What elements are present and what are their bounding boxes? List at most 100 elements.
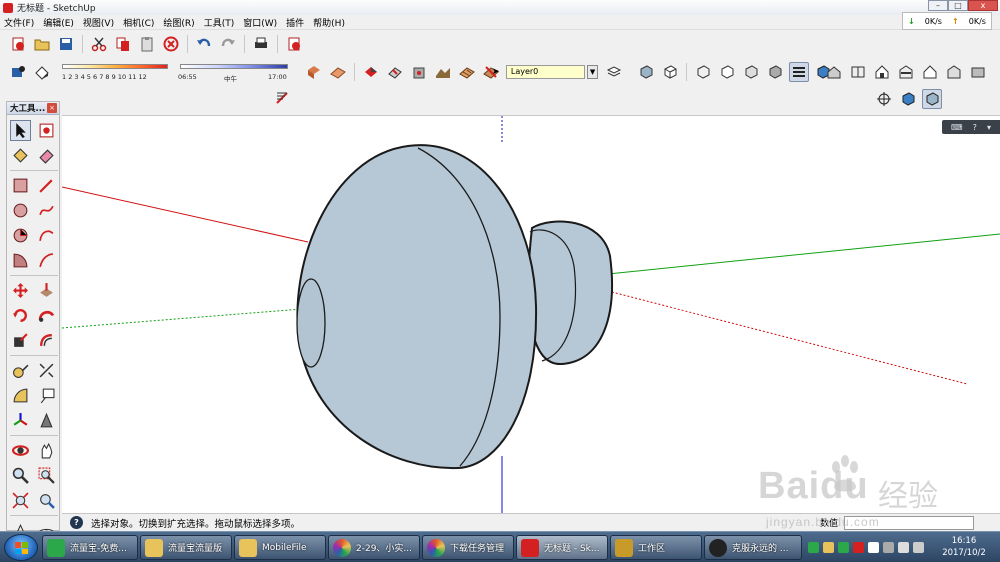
tray-network-icon[interactable] [898, 542, 909, 553]
component-button[interactable] [898, 89, 918, 109]
dimension-tool[interactable] [36, 360, 57, 381]
menu-window[interactable]: 窗口(W) [243, 16, 277, 29]
front-view-button[interactable] [872, 62, 892, 82]
bottom-view-button[interactable] [968, 62, 988, 82]
sandbox-button[interactable] [457, 62, 477, 82]
time-slider-track[interactable] [180, 64, 288, 69]
save-button[interactable] [56, 34, 76, 54]
circle-tool[interactable] [10, 200, 31, 221]
hide-geometry-button[interactable] [409, 62, 429, 82]
tray-security-icon[interactable] [838, 542, 849, 553]
taskbar-item[interactable]: 流量宝-免费... [42, 535, 138, 560]
paste-button[interactable] [137, 34, 157, 54]
taskbar-item-sketchup[interactable]: 无标题 - Sk... [516, 535, 608, 560]
rotate-tool[interactable] [10, 305, 31, 326]
knob-dome[interactable] [296, 144, 538, 470]
tray-flag-icon[interactable] [868, 542, 879, 553]
texture-style-button[interactable] [328, 62, 348, 82]
left-view-button[interactable] [944, 62, 964, 82]
print-button[interactable] [251, 34, 271, 54]
polygon-tool[interactable] [10, 225, 31, 246]
dropdown-icon[interactable]: ▾ [987, 123, 991, 132]
offset-tool[interactable] [36, 330, 57, 351]
tape-measure-tool[interactable] [10, 360, 31, 381]
tray-app-icon[interactable] [808, 542, 819, 553]
taskbar-item[interactable]: MobileFile [234, 535, 326, 560]
arc-tool[interactable] [36, 225, 57, 246]
shadow-time-slider[interactable]: 06:55 中午 17:00 [178, 63, 290, 83]
move-tool[interactable] [10, 280, 31, 301]
shaded-button[interactable] [741, 62, 761, 82]
zoom-window-tool[interactable] [36, 465, 57, 486]
push-pull-tool[interactable] [36, 280, 57, 301]
erase-button[interactable] [161, 34, 181, 54]
help-icon[interactable]: ? [973, 123, 977, 132]
make-component-tool[interactable] [36, 120, 57, 141]
close-button[interactable]: x [968, 0, 998, 11]
terrain-button[interactable] [433, 62, 453, 82]
minimize-button[interactable]: – [928, 0, 948, 11]
open-button[interactable] [32, 34, 52, 54]
eraser-tool[interactable] [36, 145, 57, 166]
menu-plugins[interactable]: 插件 [286, 16, 304, 29]
orbit-tool[interactable] [10, 440, 31, 461]
scene-canvas[interactable] [62, 116, 1000, 513]
undo-button[interactable] [194, 34, 214, 54]
taskbar-item[interactable]: 流量宝流量版 [140, 535, 232, 560]
iso-view-button[interactable] [824, 62, 844, 82]
redo-button[interactable] [218, 34, 238, 54]
monochrome-button[interactable] [789, 62, 809, 82]
section-plane-button[interactable] [385, 62, 405, 82]
tray-alert-icon[interactable] [853, 542, 864, 553]
wireframe-button[interactable] [693, 62, 713, 82]
plugin-tool-button[interactable] [272, 88, 292, 108]
vcb-input[interactable] [844, 515, 975, 530]
display-shadows-button[interactable] [32, 62, 52, 82]
paint-bucket-tool[interactable] [10, 145, 31, 166]
shadow-settings-button[interactable] [8, 62, 28, 82]
taskbar-item[interactable]: 克服永远的 ... [704, 535, 802, 560]
viewport-corner-widget[interactable]: ⌨ ? ▾ [942, 120, 1000, 134]
hidden-line-button[interactable] [717, 62, 737, 82]
rectangle-tool[interactable] [10, 175, 31, 196]
menu-camera[interactable]: 相机(C) [123, 16, 154, 29]
model-viewport[interactable]: ⌨ ? ▾ [62, 115, 1000, 513]
pan-tool[interactable] [36, 440, 57, 461]
keyboard-icon[interactable]: ⌨ [951, 123, 963, 132]
freehand-tool[interactable] [36, 200, 57, 221]
back-view-button[interactable] [920, 62, 940, 82]
layer-manager-button[interactable] [604, 62, 624, 82]
cut-button[interactable] [89, 34, 109, 54]
text-tool[interactable] [36, 385, 57, 406]
month-slider-track[interactable] [62, 64, 168, 69]
3d-text-tool[interactable] [36, 410, 57, 431]
copy-button[interactable] [113, 34, 133, 54]
menu-draw[interactable]: 绘图(R) [163, 16, 194, 29]
protractor-tool[interactable] [10, 385, 31, 406]
tray-signal-icon[interactable] [883, 542, 894, 553]
paint-style-button[interactable] [304, 62, 324, 82]
zoom-extents-tool[interactable] [10, 490, 31, 511]
new-file-button[interactable] [8, 34, 28, 54]
scale-tool[interactable] [10, 330, 31, 351]
taskbar-item[interactable]: 2-29、小实... [328, 535, 420, 560]
current-layer-field[interactable]: Layer0 [505, 65, 586, 79]
start-button[interactable] [4, 534, 38, 561]
perspective-button[interactable] [922, 89, 942, 109]
xray-button[interactable] [636, 62, 656, 82]
follow-me-tool[interactable] [36, 305, 57, 326]
back-edges-button[interactable] [660, 62, 680, 82]
menu-view[interactable]: 视图(V) [83, 16, 114, 29]
crosshair-button[interactable] [874, 89, 894, 109]
palette-close-icon[interactable]: × [47, 103, 57, 113]
select-tool[interactable] [10, 120, 31, 141]
axes-tool[interactable] [10, 410, 31, 431]
zoom-tool[interactable] [10, 465, 31, 486]
knob-stem[interactable] [527, 220, 613, 366]
tray-qq-icon[interactable] [823, 542, 834, 553]
top-view-button[interactable] [848, 62, 868, 82]
taskbar-item[interactable]: 工作区 [610, 535, 702, 560]
tray-volume-icon[interactable] [913, 542, 924, 553]
previous-view-tool[interactable] [36, 490, 57, 511]
taskbar-clock[interactable]: 16:16 2017/10/2 [938, 535, 990, 560]
